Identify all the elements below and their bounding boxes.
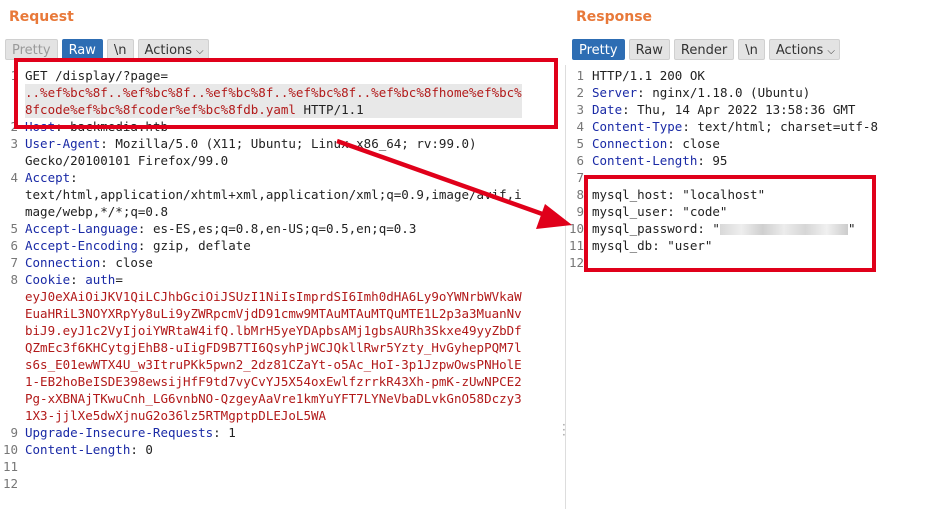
arrow-shaft xyxy=(336,138,549,219)
arrow-head xyxy=(536,204,572,229)
annotation-arrow-icon xyxy=(336,138,572,229)
